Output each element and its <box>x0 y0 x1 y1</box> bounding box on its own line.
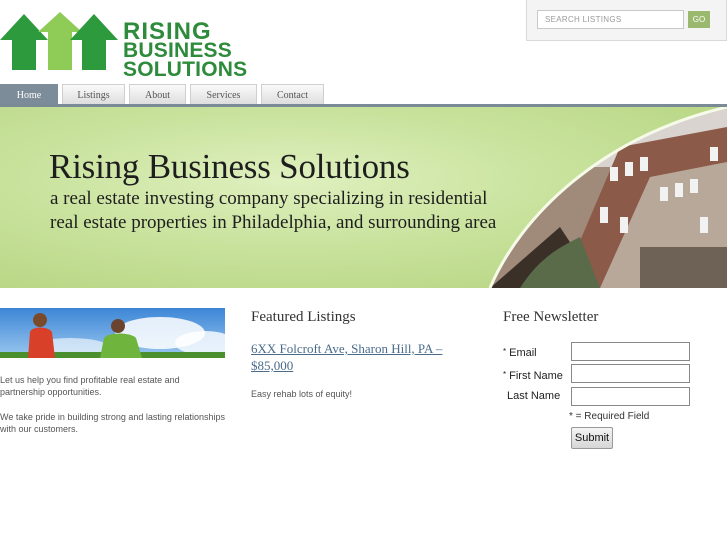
featured-listing-link[interactable]: 6XX Folcroft Ave, Sharon Hill, PA – $85,… <box>251 340 471 374</box>
houses-arrows-icon <box>0 12 118 70</box>
logo-wordmark: RISING BUSINESS SOLUTIONS <box>123 20 248 81</box>
required-marker: * <box>503 347 507 356</box>
newsletter-submit-button[interactable]: Submit <box>571 427 613 449</box>
first-name-label: * First Name <box>503 370 563 382</box>
banner-subtitle: a real estate investing company speciali… <box>50 187 496 235</box>
intro-paragraph-2: We take pride in building strong and las… <box>0 412 225 434</box>
logo-line-3: SOLUTIONS <box>123 58 248 81</box>
hero-banner: Rising Business Solutions a real estate … <box>0 107 727 288</box>
search-go-button[interactable]: GO <box>688 11 710 28</box>
featured-listing-description: Easy rehab lots of equity! <box>251 389 353 399</box>
email-field[interactable] <box>571 342 690 361</box>
tab-about[interactable]: About <box>129 84 186 105</box>
tab-services[interactable]: Services <box>190 84 257 105</box>
tab-listings[interactable]: Listings <box>62 84 125 105</box>
banner-subtitle-line-1: a real estate investing company speciali… <box>50 188 488 209</box>
intro-paragraph-1: Let us help you find profitable real est… <box>0 375 180 397</box>
required-field-note: * = Required Field <box>569 411 650 422</box>
last-name-label: Last Name <box>507 390 561 402</box>
email-label: * Email <box>503 347 537 359</box>
search-panel: GO <box>526 0 727 41</box>
featured-listings-heading: Featured Listings <box>251 309 356 325</box>
site-logo[interactable]: RISING BUSINESS SOLUTIONS <box>0 10 247 80</box>
people-sky-photo <box>0 308 225 358</box>
newsletter-heading: Free Newsletter <box>503 309 599 325</box>
search-input[interactable] <box>537 10 684 29</box>
tab-home[interactable]: Home <box>0 84 58 105</box>
banner-title: Rising Business Solutions <box>49 147 410 186</box>
banner-subtitle-line-2: real estate properties in Philadelphia, … <box>50 212 497 233</box>
first-name-field[interactable] <box>571 364 690 383</box>
required-marker: * <box>503 370 507 379</box>
last-name-field[interactable] <box>571 387 690 406</box>
tab-contact[interactable]: Contact <box>261 84 324 105</box>
